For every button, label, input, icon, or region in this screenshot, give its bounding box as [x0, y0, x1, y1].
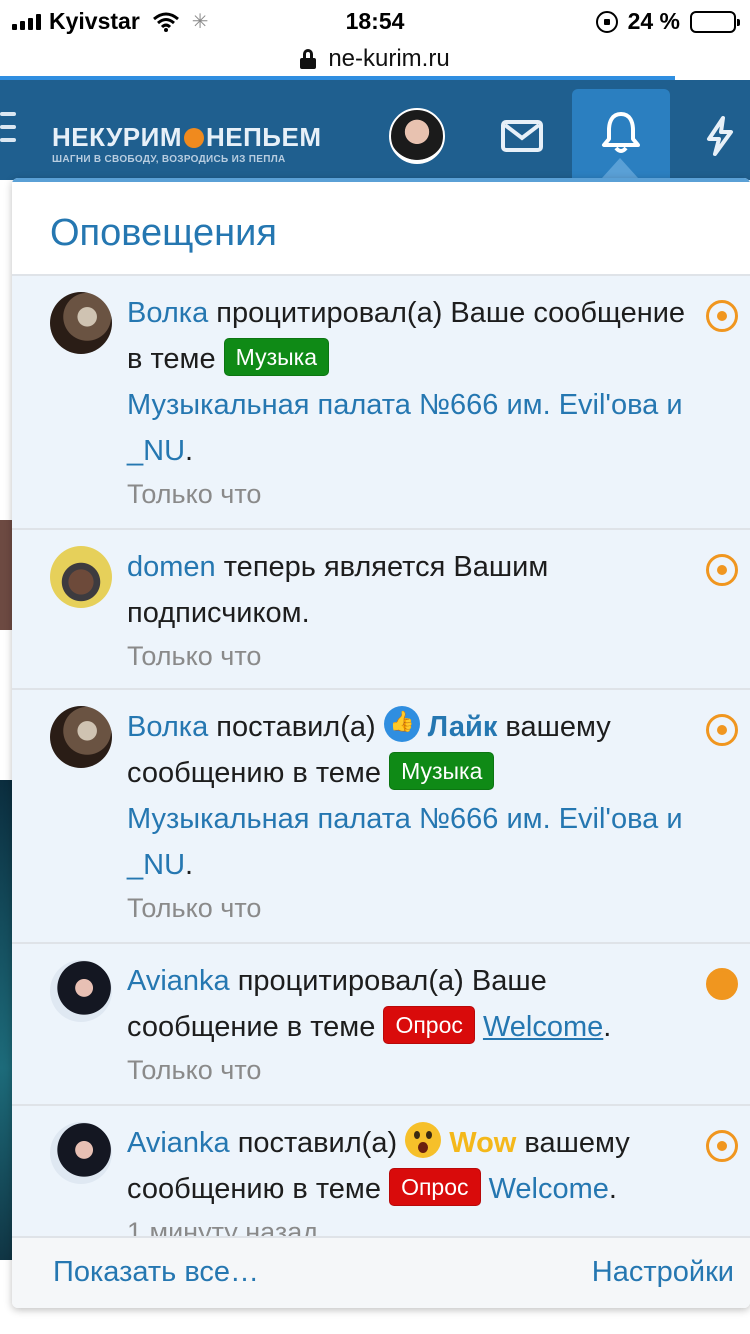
unread-dot-icon[interactable]	[706, 968, 738, 1000]
notification-text: domen теперь является Вашим подписчиком.…	[127, 530, 696, 688]
sentence-end: .	[185, 849, 194, 881]
popup-caret	[602, 158, 638, 178]
username-link[interactable]: domen	[127, 551, 216, 583]
notification-action: поставил(а)	[208, 711, 384, 743]
notification-item[interactable]: Волка процитировал(а) Ваше сообщение в т…	[12, 276, 750, 530]
avatar[interactable]	[389, 108, 445, 164]
thread-prefix-badge[interactable]: Музыка	[389, 752, 495, 790]
reaction-label: Wow	[449, 1127, 517, 1159]
sentence-end: .	[603, 1011, 612, 1043]
thread-link[interactable]: Welcome	[489, 1173, 609, 1205]
thread-link[interactable]: Музыкальная палата №666 им. Evil'ова и _…	[127, 389, 683, 467]
username-link[interactable]: Avianka	[127, 1127, 230, 1159]
battery-percent: 24 %	[627, 8, 680, 34]
avatar[interactable]	[50, 960, 112, 1022]
status-right-group: 24 %	[595, 8, 740, 35]
lightning-icon[interactable]	[698, 116, 742, 156]
notifications-popup: Оповещения Волка процитировал(а) Ваше со…	[12, 178, 750, 1308]
notification-text: Avianka поставил(а) Wow вашему сообщению…	[127, 1106, 696, 1236]
notification-time: Только что	[127, 479, 262, 509]
notification-action: поставил(а)	[229, 1127, 406, 1159]
thread-link[interactable]: Музыкальная палата №666 им. Evil'ова и _…	[127, 803, 683, 881]
settings-link[interactable]: Настройки	[592, 1256, 734, 1289]
thread-prefix-badge[interactable]: Музыка	[223, 338, 330, 376]
avatar[interactable]	[50, 292, 112, 354]
notification-text: Avianka процитировал(а) Ваше сообщение в…	[127, 944, 696, 1102]
avatar[interactable]	[50, 706, 112, 768]
notification-time: Только что	[127, 641, 262, 671]
logo-tagline: ШАГНИ В СВОБОДУ, ВОЗРОДИСЬ ИЗ ПЕПЛА	[52, 154, 286, 165]
site-logo[interactable]: НЕКУРИМ НЕПЬЕМ ШАГНИ В СВОБОДУ, ВОЗРОДИСЬ…	[52, 122, 322, 165]
pumpkin-icon	[184, 128, 204, 148]
unread-dot-icon[interactable]	[706, 554, 738, 586]
menu-icon[interactable]	[0, 112, 16, 142]
notification-item[interactable]: Avianka поставил(а) Wow вашему сообщению…	[12, 1106, 750, 1236]
bell-icon[interactable]	[599, 112, 643, 153]
thread-link[interactable]: Welcome	[483, 1011, 603, 1043]
reaction-label: Лайк	[427, 711, 498, 743]
notification-item[interactable]: domen теперь является Вашим подписчиком.…	[12, 530, 750, 690]
like-reaction-icon	[383, 706, 420, 742]
notification-time: Только что	[127, 1055, 262, 1085]
sentence-end: .	[185, 435, 194, 467]
envelope-icon[interactable]	[500, 118, 544, 154]
address-bar[interactable]: ne-kurim.ru	[0, 40, 750, 78]
notification-text: Волка поставил(а) Лайк вашему сообщению …	[127, 690, 696, 940]
unread-dot-icon[interactable]	[706, 300, 738, 332]
notification-action: процитировал(а) Ваше сообщение в теме	[127, 297, 686, 375]
avatar[interactable]	[50, 1122, 112, 1184]
notification-text: Волка процитировал(а) Ваше сообщение в т…	[127, 276, 696, 526]
notification-item[interactable]: Волка поставил(а) Лайк вашему сообщению …	[12, 690, 750, 944]
username-link[interactable]: Avianka	[127, 965, 230, 997]
notification-time: Только что	[127, 893, 262, 923]
logo-left: НЕКУРИМ	[52, 122, 182, 152]
avatar[interactable]	[50, 546, 112, 608]
popup-top-border	[12, 178, 750, 182]
show-all-link[interactable]: Показать все…	[53, 1256, 259, 1289]
notification-time: 1 минуту назад	[127, 1217, 319, 1236]
popup-footer: Показать все… Настройки	[12, 1236, 750, 1308]
username-link[interactable]: Волка	[127, 297, 208, 329]
logo-right: НЕПЬЕМ	[206, 122, 322, 152]
status-bar: Kyivstar ✳ 18:54 24 %	[0, 0, 750, 40]
sentence-end: .	[608, 1173, 617, 1205]
notification-item[interactable]: Avianka процитировал(а) Ваше сообщение в…	[12, 944, 750, 1106]
orientation-lock-icon	[595, 10, 618, 33]
thread-prefix-badge[interactable]: Опрос	[383, 1006, 475, 1044]
username-link[interactable]: Волка	[127, 711, 208, 743]
padlock-icon	[300, 49, 317, 69]
unread-dot-icon[interactable]	[706, 1130, 738, 1162]
wow-reaction-icon	[405, 1122, 442, 1158]
popup-title: Оповещения	[50, 212, 277, 254]
unread-dot-icon[interactable]	[706, 714, 738, 746]
url-text: ne-kurim.ru	[328, 45, 450, 72]
battery-icon	[690, 10, 740, 33]
thread-prefix-badge[interactable]: Опрос	[389, 1168, 481, 1206]
notification-list: Волка процитировал(а) Ваше сообщение в т…	[12, 276, 750, 1236]
